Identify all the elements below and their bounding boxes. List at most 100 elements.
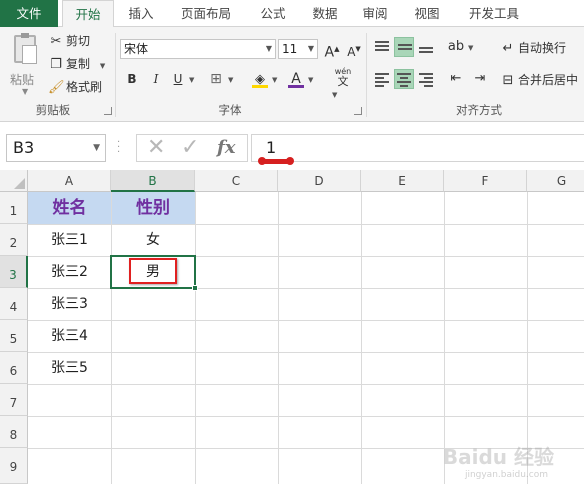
tab-developer[interactable]: 开发工具 [456,0,532,27]
cut-label: 剪切 [66,34,91,48]
row-header-6[interactable]: 6 [0,352,28,384]
chevron-down-icon[interactable]: ▼ [93,135,100,161]
chevron-down-icon[interactable]: ▼ [228,76,233,84]
fill-handle[interactable] [192,285,198,291]
name-box-value: B3 [13,138,35,157]
tab-review[interactable]: 审阅 [352,0,398,27]
bold-button[interactable]: B [122,69,142,89]
chevron-down-icon[interactable]: ▼ [272,76,277,84]
column-header-g[interactable]: G [527,170,584,192]
copy-label: 复制 [66,57,91,71]
wrap-text-icon: ↵ [502,41,514,56]
decrease-font-size-button[interactable]: A▼ [344,39,364,59]
row-header-7[interactable]: 7 [0,384,28,416]
paintbrush-icon: 🖌 [48,80,65,95]
tab-page-layout[interactable]: 页面布局 [168,0,244,27]
cell-a2[interactable]: 张三1 [28,224,111,256]
tab-home[interactable]: 开始 [62,0,114,28]
tab-file[interactable]: 文件 [0,0,58,27]
align-bottom-icon[interactable] [416,37,436,57]
column-header-e[interactable]: E [361,170,444,192]
format-painter-button[interactable]: 🖌格式刷 [48,78,102,96]
formula-input[interactable]: 1 [251,134,584,162]
watermark-url: jingyan.baidu.com [464,470,548,480]
font-size-select[interactable]: 11 ▼ [278,39,318,59]
cell-b1[interactable]: 性别 [111,192,195,224]
select-all-button[interactable] [0,170,28,192]
cell-a6[interactable]: 张三5 [28,352,111,384]
phonetic-char-icon: 文 [337,75,349,88]
column-header-a[interactable]: A [28,170,111,192]
paste-button[interactable]: 粘贴 ▼ [6,33,42,96]
insert-function-icon[interactable]: fx [217,135,235,161]
merge-cells-icon: ⊟ [502,73,514,88]
tab-data[interactable]: 数据 [302,0,348,27]
row-header-2[interactable]: 2 [0,224,28,256]
wrap-text-button[interactable]: ↵ 自动换行 [500,39,566,57]
chevron-down-icon[interactable]: ▼ [22,87,28,96]
borders-icon[interactable]: ⊞ [206,69,226,89]
row-header-8[interactable]: 8 [0,416,28,448]
enter-icon[interactable]: ✓ [181,135,199,161]
font-color-button[interactable]: A [286,69,306,89]
gridline [195,192,196,484]
decrease-indent-icon[interactable]: ⇤ [446,69,466,89]
copy-button[interactable]: ❐ 复制 ▼ [48,55,105,73]
drag-handle-icon[interactable]: · · · [117,138,121,158]
font-name-value: 宋体 [124,42,149,56]
cancel-icon[interactable]: ✕ [147,135,165,161]
underline-button[interactable]: U [168,69,188,89]
font-launcher-icon[interactable] [354,107,362,115]
chevron-down-icon: ▼ [307,44,314,53]
cell-b2[interactable]: 女 [111,224,195,256]
phonetic-guide-button[interactable]: wén 文 [330,67,356,87]
paste-sheet-icon [22,45,37,64]
chevron-down-icon[interactable]: ▼ [308,76,313,84]
row-header-3[interactable]: 3 [0,256,28,288]
name-box[interactable]: B3 ▼ [6,134,106,162]
chevron-down-icon[interactable]: ▼ [332,91,337,99]
column-header-d[interactable]: D [278,170,361,192]
clipboard-group-label: 剪贴板 [35,103,71,117]
format-painter-label: 格式刷 [66,80,103,94]
align-left-icon[interactable] [372,69,392,89]
cell-a5[interactable]: 张三4 [28,320,111,352]
column-header-c[interactable]: C [195,170,278,192]
align-top-icon[interactable] [372,37,392,57]
row-header-1[interactable]: 1 [0,192,28,224]
font-size-value: 11 [282,42,298,56]
increase-font-size-button[interactable]: A▲ [322,39,342,61]
cut-button[interactable]: ✂ 剪切 [48,32,90,50]
copy-icon: ❐ [50,57,62,72]
cell-a4[interactable]: 张三3 [28,288,111,320]
row-header-5[interactable]: 5 [0,320,28,352]
orientation-icon[interactable]: ab [446,37,466,57]
clipboard-launcher-icon[interactable] [104,107,112,115]
align-center-icon[interactable] [394,69,414,89]
tab-formulas[interactable]: 公式 [250,0,296,27]
annotation-box [129,258,177,284]
formula-buttons: ✕ ✓ fx [136,134,248,162]
cell-a3[interactable]: 张三2 [28,256,111,288]
column-header-f[interactable]: F [444,170,527,192]
tab-insert[interactable]: 插入 [118,0,164,27]
merge-center-label: 合并后居中 [518,73,579,87]
wrap-text-label: 自动换行 [518,41,567,55]
column-header-b[interactable]: B [111,170,195,192]
align-right-icon[interactable] [416,69,436,89]
italic-button[interactable]: I [146,69,166,89]
increase-indent-icon[interactable]: ⇥ [470,69,490,89]
annotation-marker [258,157,294,165]
merge-center-button[interactable]: ⊟ 合并后居中 [500,71,578,89]
tab-view[interactable]: 视图 [404,0,450,27]
align-middle-icon[interactable] [394,37,414,57]
cell-a1[interactable]: 姓名 [28,192,111,224]
chevron-down-icon[interactable]: ▼ [468,44,473,52]
row-header-9[interactable]: 9 [0,448,28,484]
row-header-4[interactable]: 4 [0,288,28,320]
fill-color-button[interactable]: ◈ [250,69,270,89]
chevron-down-icon[interactable]: ▼ [189,76,194,84]
chevron-down-icon[interactable]: ▼ [100,62,105,70]
chevron-down-icon: ▼ [265,44,272,53]
font-name-select[interactable]: 宋体 ▼ [120,39,276,59]
